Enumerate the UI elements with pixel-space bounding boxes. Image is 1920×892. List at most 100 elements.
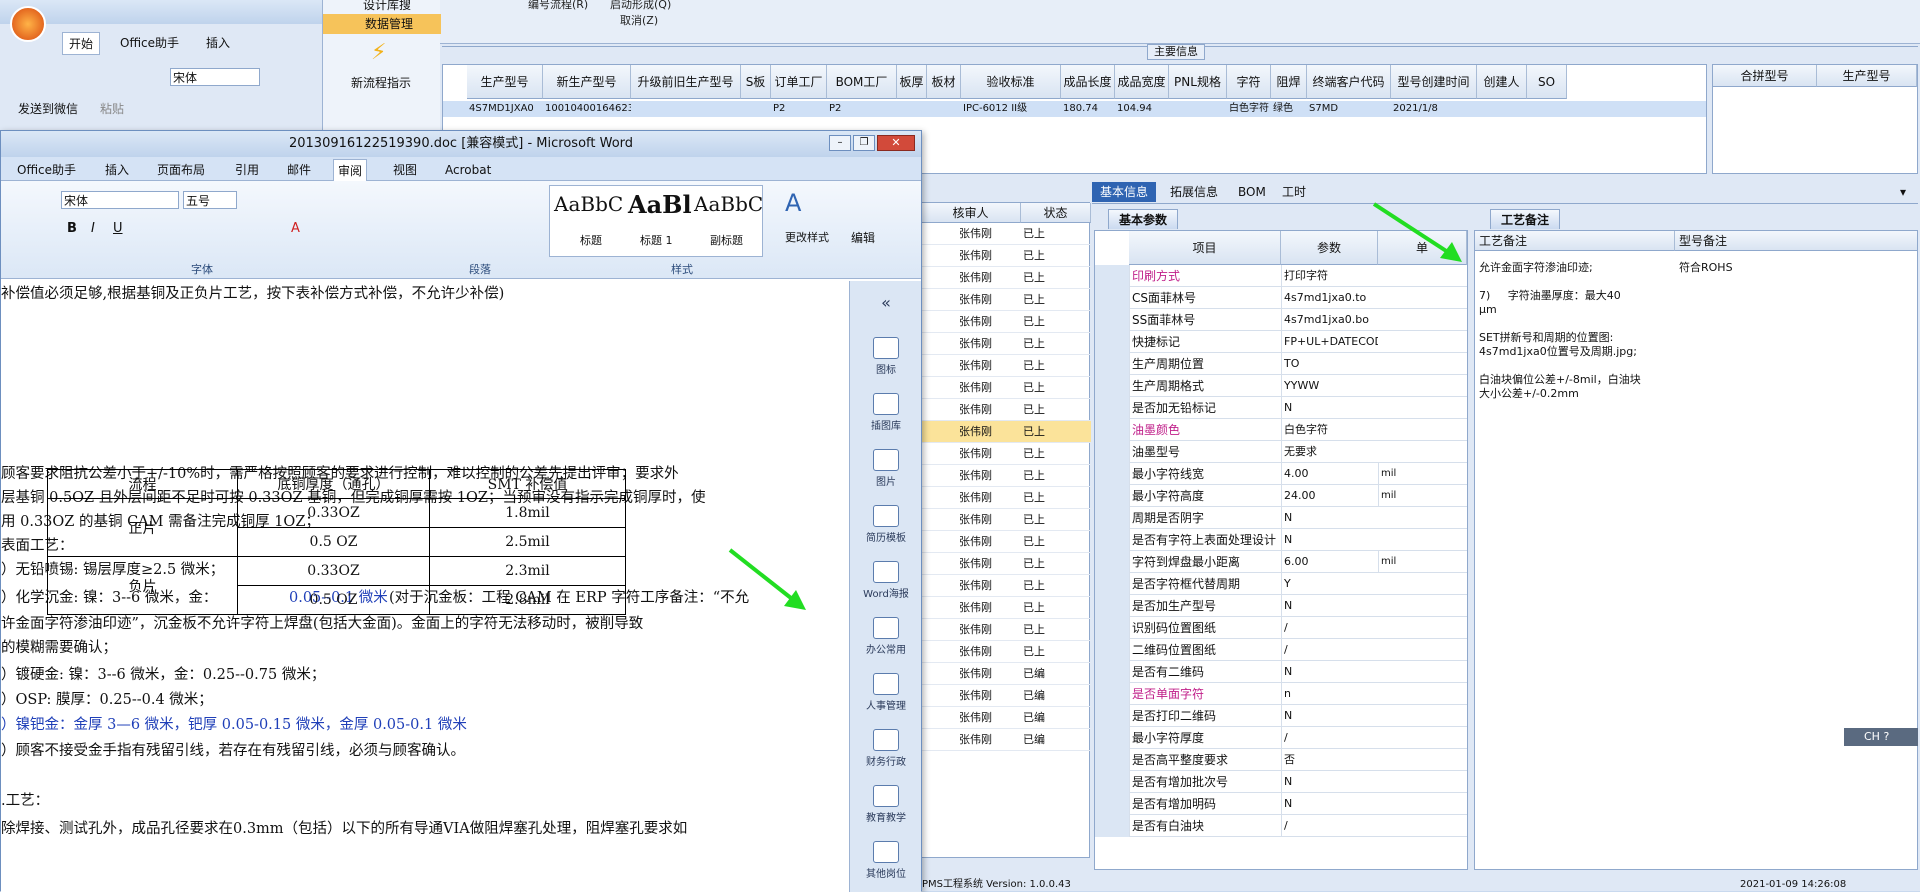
param-value[interactable]: N [1281, 705, 1378, 727]
side-item[interactable]: 图片 [850, 449, 922, 488]
review-list[interactable]: 核审人 状态 张伟刚 已上 张伟刚 已上 张伟刚 已上 张伟刚 已上 张伟刚 已上 张伟刚 已上 张伟刚… [920, 202, 1091, 858]
model-remark-text[interactable]: 符合ROHS [1679, 261, 1733, 275]
table-row[interactable]: 油墨颜色 白色字符 [1095, 419, 1467, 441]
grid-header[interactable]: 成品长度 [1061, 65, 1115, 99]
tab-0[interactable]: Office助手 [13, 159, 80, 181]
doc-line[interactable]: 补偿值必须足够,根据基铜及正负片工艺，按下表补偿方式补偿，不允许少补偿) [1, 284, 504, 304]
param-value[interactable]: 打印字符 [1281, 265, 1378, 287]
grid-cell[interactable]: 绿色 [1273, 101, 1307, 117]
grid-cell[interactable] [899, 101, 927, 117]
row-selector[interactable] [1095, 419, 1129, 441]
row-selector[interactable] [1095, 463, 1129, 485]
side-item[interactable]: 插图库 [850, 393, 922, 432]
param-value[interactable]: 4s7md1jxa0.to [1281, 287, 1378, 309]
param-value[interactable]: 4.00 [1281, 463, 1378, 485]
menu-design-search[interactable]: 设计库搜 [363, 0, 411, 13]
row-selector[interactable] [1095, 683, 1129, 705]
compensation-table[interactable]: 流程 底铜厚度（通孔） SMT 补偿值 正片 0.33OZ 1.8mil 0.5 OZ 2.5… [47, 469, 626, 615]
list-item[interactable]: 张伟刚 已上 [921, 487, 1091, 509]
row-selector[interactable] [1095, 265, 1129, 287]
list-item[interactable]: 张伟刚 已编 [921, 729, 1091, 751]
style-sample-heading1[interactable]: AaBl [628, 190, 692, 219]
ime-indicator[interactable]: CH ? [1844, 728, 1918, 746]
row-selector[interactable] [1095, 375, 1129, 397]
param-value[interactable]: FP+UL+DATECODE [1281, 331, 1378, 353]
grid-cell[interactable] [1171, 101, 1227, 117]
grid-header[interactable]: S板 [741, 65, 771, 99]
table-row[interactable]: 是否加生产型号 N [1095, 595, 1467, 617]
table-row[interactable]: 是否有增加明码 N [1095, 793, 1467, 815]
table-row[interactable]: 是否单面字符 n [1095, 683, 1467, 705]
side-item[interactable]: 财务行政 [850, 729, 922, 768]
tab-7[interactable]: Acrobat [441, 159, 495, 181]
grid-cell[interactable]: 180.74 [1063, 101, 1115, 117]
param-value[interactable]: 24.00 [1281, 485, 1378, 507]
param-value[interactable]: / [1281, 815, 1378, 837]
tab-bom[interactable]: BOM [1230, 182, 1274, 202]
doc-line[interactable]: .工艺： [1, 791, 49, 811]
row-selector[interactable] [1095, 551, 1129, 573]
tab-5[interactable]: 审阅 [333, 159, 368, 181]
list-item[interactable]: 张伟刚 已上 [921, 421, 1091, 443]
grid-header[interactable]: 新生产型号 [543, 65, 631, 99]
row-selector[interactable] [1095, 331, 1129, 353]
grid-header[interactable]: 型号创建时间 [1391, 65, 1477, 99]
grid-header[interactable]: 合拼型号 [1713, 65, 1817, 87]
row-selector[interactable] [1095, 771, 1129, 793]
table-row[interactable]: 二维码位置图纸 / [1095, 639, 1467, 661]
grid-cell[interactable] [743, 101, 771, 117]
list-item[interactable]: 张伟刚 已上 [921, 553, 1091, 575]
font-name-select[interactable]: 宋体 [61, 191, 179, 209]
process-remark-text[interactable]: 允许金面字符渗油印迹; 7) 字符油墨厚度：最大40 μm SET拼新号和周期的… [1479, 261, 1671, 401]
remarks-header-model[interactable]: 型号备注 [1675, 231, 1917, 251]
param-value[interactable]: N [1281, 661, 1378, 683]
tab-6[interactable]: 视图 [389, 159, 421, 181]
param-value[interactable]: 否 [1281, 749, 1378, 771]
row-selector[interactable] [1095, 727, 1129, 749]
font-size-select[interactable]: 五号 [183, 191, 237, 209]
param-value[interactable]: 4s7md1jxa0.bo [1281, 309, 1378, 331]
table-row[interactable]: 最小字符高度 24.00 mil [1095, 485, 1467, 507]
side-item[interactable]: 办公常用 [850, 617, 922, 656]
doc-line[interactable]: ）顾客不接受金手指有残留引线，若存在有残留引线，必须与顾客确认。 [1, 741, 465, 761]
tab-4[interactable]: 邮件 [283, 159, 315, 181]
param-value[interactable]: n [1281, 683, 1378, 705]
list-item[interactable]: 张伟刚 已上 [921, 597, 1091, 619]
grid-header[interactable]: PNL规格 [1169, 65, 1227, 99]
grid-header[interactable]: 板厚 [897, 65, 927, 99]
ribbon-label-start[interactable]: 启动形成(Q) [610, 0, 671, 12]
row-selector[interactable] [1095, 529, 1129, 551]
grid-cell[interactable] [1529, 101, 1567, 117]
side-item[interactable]: 其他岗位 [850, 841, 922, 880]
grid-cell[interactable]: 104.94 [1117, 101, 1169, 117]
grid-cell[interactable] [929, 101, 961, 117]
param-value[interactable]: N [1281, 595, 1378, 617]
row-selector[interactable] [1095, 309, 1129, 331]
list-item[interactable]: 张伟刚 已上 [921, 443, 1091, 465]
menu-data-manage[interactable]: 数据管理 [323, 14, 441, 34]
tab-insert[interactable]: 插入 [206, 34, 230, 51]
grid-header[interactable]: 升级前旧生产型号 [631, 65, 741, 99]
table-row[interactable]: CS面菲林号 4s7md1jxa0.to [1095, 287, 1467, 309]
style-sample-subtitle[interactable]: AaBbC [694, 192, 763, 216]
param-value[interactable]: N [1281, 529, 1378, 551]
style-sample-heading[interactable]: AaBbC [554, 192, 623, 216]
grid-header[interactable]: 终端客户代码 [1307, 65, 1391, 99]
row-selector[interactable] [1095, 661, 1129, 683]
list-item[interactable]: 张伟刚 已上 [921, 399, 1091, 421]
tab-extended-info[interactable]: 拓展信息 [1162, 182, 1226, 202]
grid-cell[interactable]: IPC-6012 II级 [963, 101, 1061, 117]
table-row[interactable]: 字符到焊盘最小距离 6.00 mil [1095, 551, 1467, 573]
table-row[interactable]: 是否高平整度要求否 [1095, 749, 1467, 771]
grid-header[interactable]: 创建人 [1477, 65, 1527, 99]
param-value[interactable]: N [1281, 771, 1378, 793]
table-row[interactable]: 快捷标记FP+UL+DATECODE [1095, 331, 1467, 353]
change-style-icon[interactable]: A [785, 189, 801, 217]
params-header-value[interactable]: 参数 [1281, 231, 1378, 265]
list-header-reviewer[interactable]: 核审人 [921, 203, 1021, 223]
edit-button[interactable]: 编辑 [851, 229, 875, 246]
table-row[interactable]: 是否有二维码 N [1095, 661, 1467, 683]
paragraph-tools[interactable] [387, 191, 537, 253]
list-item[interactable]: 张伟刚 已上 [921, 619, 1091, 641]
minimize-icon[interactable]: – [829, 135, 851, 151]
